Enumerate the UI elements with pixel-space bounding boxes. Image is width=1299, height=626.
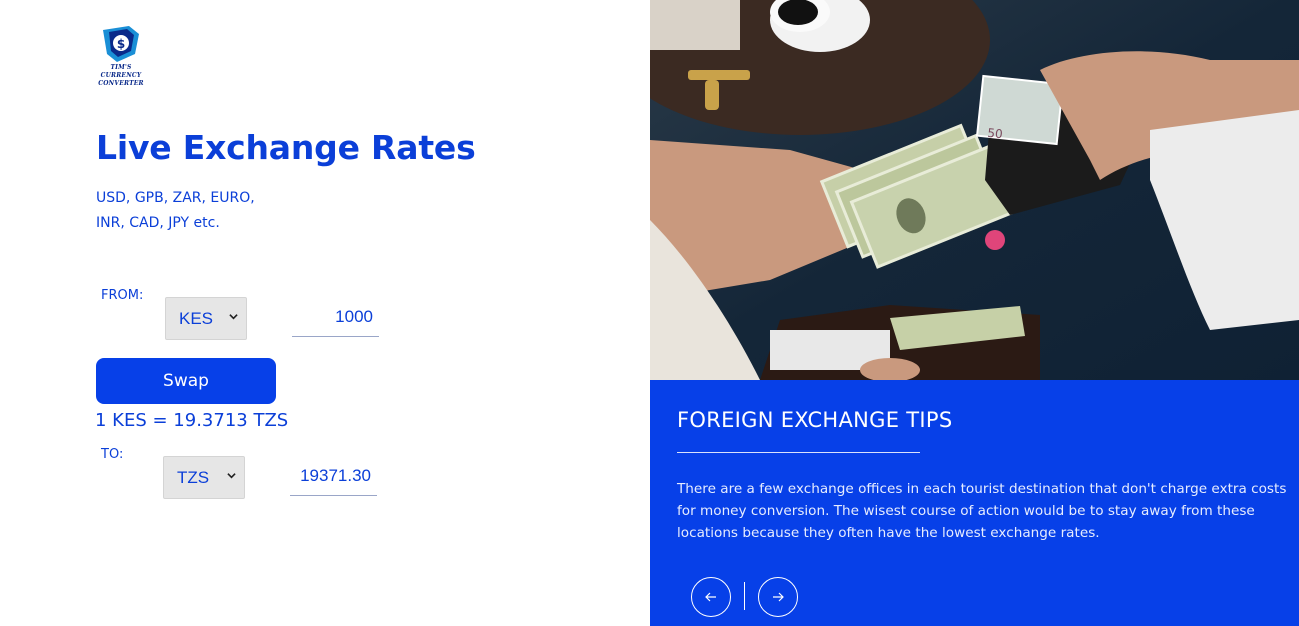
- next-tip-button[interactable]: [758, 577, 798, 617]
- tips-divider: [677, 452, 920, 453]
- from-currency-value: KES: [179, 308, 214, 328]
- tips-panel: FOREIGN EXCHANGE TIPS There are a few ex…: [650, 380, 1299, 626]
- page-title: Live Exchange Rates: [96, 128, 476, 167]
- currency-list-line-2: INR, CAD, JPY etc.: [96, 215, 220, 231]
- arrow-right-icon: [773, 592, 784, 602]
- prev-tip-button[interactable]: [691, 577, 731, 617]
- from-amount-input[interactable]: [292, 297, 379, 337]
- exchange-rate-text: 1 KES = 19.3713 TZS: [95, 410, 289, 431]
- chevron-down-icon: [229, 314, 238, 320]
- swap-button[interactable]: Swap: [96, 358, 276, 404]
- chevron-down-icon: [227, 473, 236, 479]
- from-label: FROM:: [101, 288, 144, 303]
- svg-text:50: 50: [987, 126, 1004, 142]
- to-amount-input[interactable]: [290, 456, 377, 496]
- logo-text-3: CONVERTER: [98, 80, 144, 87]
- to-currency-value: TZS: [177, 467, 210, 487]
- from-currency-select[interactable]: KES: [165, 297, 247, 340]
- to-label: TO:: [101, 447, 124, 462]
- to-currency-select[interactable]: TZS: [163, 456, 245, 499]
- shield-dollar-icon: $: [103, 26, 139, 62]
- converter-pane: $ TIM'S CURRENCY CONVERTER Live Exchange…: [0, 0, 650, 626]
- currency-list: USD, GPB, ZAR, EURO, INR, CAD, JPY etc.: [96, 186, 255, 236]
- arrow-left-icon: [705, 592, 716, 602]
- svg-text:$: $: [117, 37, 125, 51]
- tips-title: FOREIGN EXCHANGE TIPS: [677, 408, 953, 432]
- logo-text-1: TIM'S: [110, 64, 132, 71]
- tips-pane: 50 FOREIGN EXCHANGE TIPS There are a few…: [650, 0, 1299, 626]
- currency-list-line-1: USD, GPB, ZAR, EURO,: [96, 190, 255, 206]
- tips-body: There are a few exchange offices in each…: [677, 481, 1287, 541]
- money-exchange-photo: 50: [650, 0, 1299, 380]
- brand-logo[interactable]: $ TIM'S CURRENCY CONVERTER: [96, 24, 146, 94]
- nav-divider: [744, 582, 745, 610]
- logo-text-2: CURRENCY: [100, 72, 142, 79]
